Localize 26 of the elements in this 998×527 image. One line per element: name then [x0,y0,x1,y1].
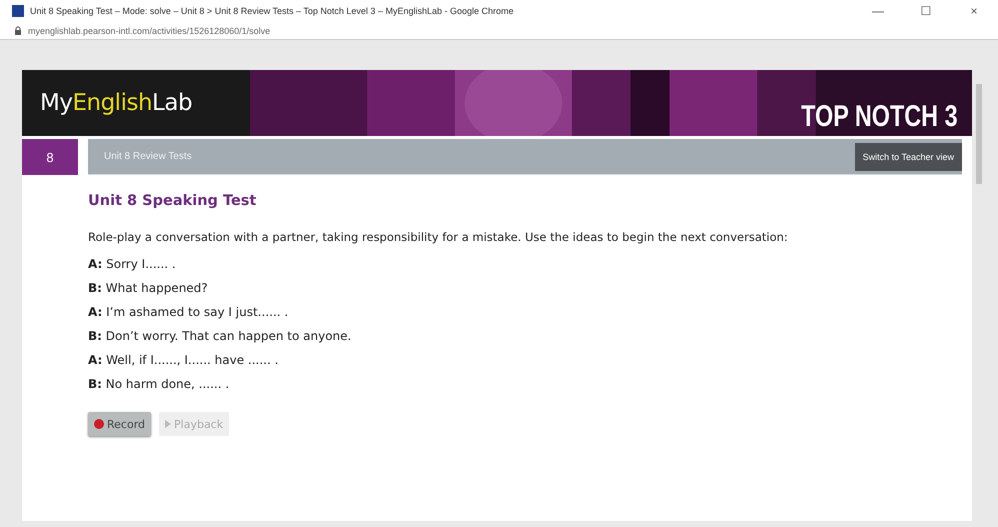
dialogue-line: A: I’m ashamed to say I just...... . [88,304,290,321]
url-text[interactable]: myenglishlab.pearson-intl.com/activities/1526128060/1/solve [28,26,270,36]
dialogue-line: A: Sorry I...... . [88,256,177,273]
logo-text: My [40,90,72,116]
dialogue-line: B: What happened? [88,280,209,297]
dialogue-line: B: No harm done, ...... . [88,376,230,393]
logo-text: Lab [152,90,192,116]
close-button[interactable]: × [950,4,998,18]
test-title: Unit 8 Speaking Test [88,193,258,209]
unit-title: Unit 8 Review Tests [104,151,193,162]
scrollbar[interactable] [976,84,982,184]
window-title: Unit 8 Speaking Test – Mode: solve – Unit 8 > Unit 8 Review Tests – Top Notch Level 3 – MyEnglishLab - Google Chrome [30,6,515,16]
dialogue-line: B: Don’t worry. That can happen to anyone. [88,328,352,345]
minimize-button[interactable]: — [854,4,902,18]
record-button[interactable]: Record [88,412,152,436]
logo-text: English [72,90,152,116]
lock-icon[interactable] [14,26,22,35]
maximize-button[interactable]: ☐ [902,4,950,18]
play-icon [165,420,172,428]
record-icon [94,419,104,429]
course-title: TOP NOTCH 3 [802,100,958,134]
teacher-view-button[interactable]: Switch to Teacher view [854,142,962,170]
instructions: Role-play a conversation with a partner, taking responsibility for a mistake. Use the ideas to begin the next conversation: [88,229,788,246]
app-logo-icon [12,5,24,17]
unit-number: 8 [22,139,78,175]
dialogue-line: A: Well, if I......, I...... have ...... . [88,352,280,369]
